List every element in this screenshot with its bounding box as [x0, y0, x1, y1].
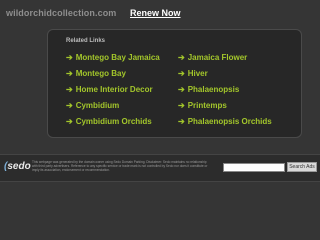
related-links-panel: Related Links ➔ Montego Bay Jamaica ➔ Mont…: [47, 29, 302, 138]
related-link[interactable]: ➔ Montego Bay Jamaica: [66, 53, 160, 62]
arrow-icon: ➔: [66, 101, 73, 110]
arrow-icon: ➔: [178, 69, 185, 78]
header-bar: wildorchidcollection.com Renew Now: [0, 0, 320, 22]
related-links-list: ➔ Montego Bay Jamaica ➔ Montego Bay ➔ Home …: [48, 30, 301, 137]
arrow-icon: ➔: [178, 53, 185, 62]
related-link[interactable]: ➔ Printemps: [178, 101, 227, 110]
footer-bar: (sedo This webpage was generated by the …: [0, 154, 320, 182]
arrow-icon: ➔: [66, 53, 73, 62]
related-link[interactable]: ➔ Phalaenopsis Orchids: [178, 117, 272, 126]
related-link[interactable]: ➔ Cymbidium: [66, 101, 119, 110]
disclaimer-text: This webpage was generated by the domain…: [32, 160, 208, 172]
domain-name: wildorchidcollection.com: [6, 8, 117, 18]
arrow-icon: ➔: [178, 101, 185, 110]
sedo-logo: (sedo: [4, 161, 31, 172]
arrow-icon: ➔: [66, 85, 73, 94]
search-ads-input[interactable]: [223, 163, 285, 172]
arrow-icon: ➔: [178, 117, 185, 126]
related-link[interactable]: ➔ Jamaica Flower: [178, 53, 247, 62]
related-link[interactable]: ➔ Cymbidium Orchids: [66, 117, 152, 126]
arrow-icon: ➔: [66, 117, 73, 126]
related-link[interactable]: ➔ Hiver: [178, 69, 208, 78]
arrow-icon: ➔: [178, 85, 185, 94]
arrow-icon: ➔: [66, 69, 73, 78]
renew-now-link[interactable]: Renew Now: [130, 8, 181, 18]
search-ads-button[interactable]: Search Ads: [287, 162, 317, 172]
related-link[interactable]: ➔ Montego Bay: [66, 69, 126, 78]
related-link[interactable]: ➔ Phalaenopsis: [178, 85, 239, 94]
related-link[interactable]: ➔ Home Interior Decor: [66, 85, 153, 94]
